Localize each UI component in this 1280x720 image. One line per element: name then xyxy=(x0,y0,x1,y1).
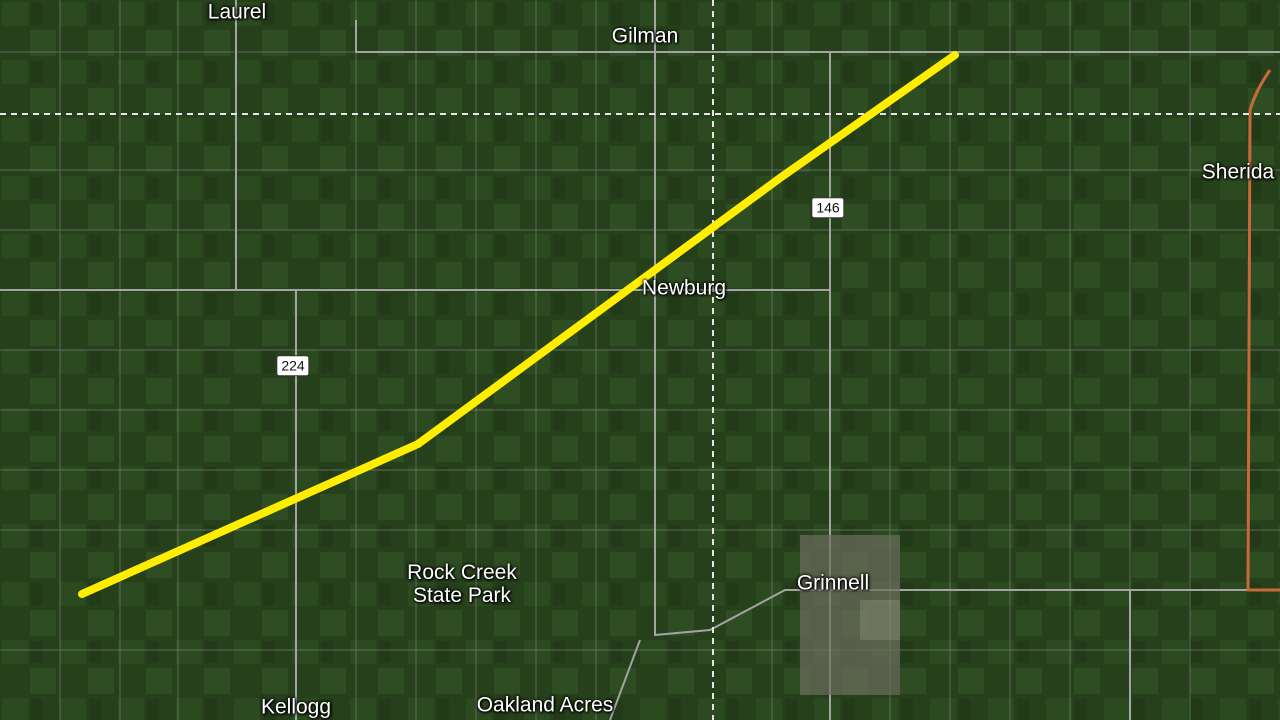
place-grinnell: Grinnell xyxy=(796,571,870,595)
place-sheridan: Sherida xyxy=(1201,160,1275,184)
place-oakland-acres: Oakland Acres xyxy=(476,693,614,717)
highway-shield-146: 146 xyxy=(811,197,845,219)
map-base-layer xyxy=(0,0,1280,720)
place-kellogg: Kellogg xyxy=(260,695,332,719)
place-rock-creek-state-park: Rock Creek State Park xyxy=(407,561,517,607)
map-view[interactable]: Laurel Gilman Sherida Newburg Rock Creek… xyxy=(0,0,1280,720)
rock-creek-line1: Rock Creek xyxy=(407,560,517,584)
place-newburg: Newburg xyxy=(641,276,727,300)
place-laurel: Laurel xyxy=(207,0,267,24)
grinnell-town xyxy=(800,535,900,695)
rock-creek-line2: State Park xyxy=(412,584,512,607)
terrain xyxy=(0,0,1280,720)
place-gilman: Gilman xyxy=(611,24,679,48)
highway-shield-224: 224 xyxy=(276,355,310,377)
